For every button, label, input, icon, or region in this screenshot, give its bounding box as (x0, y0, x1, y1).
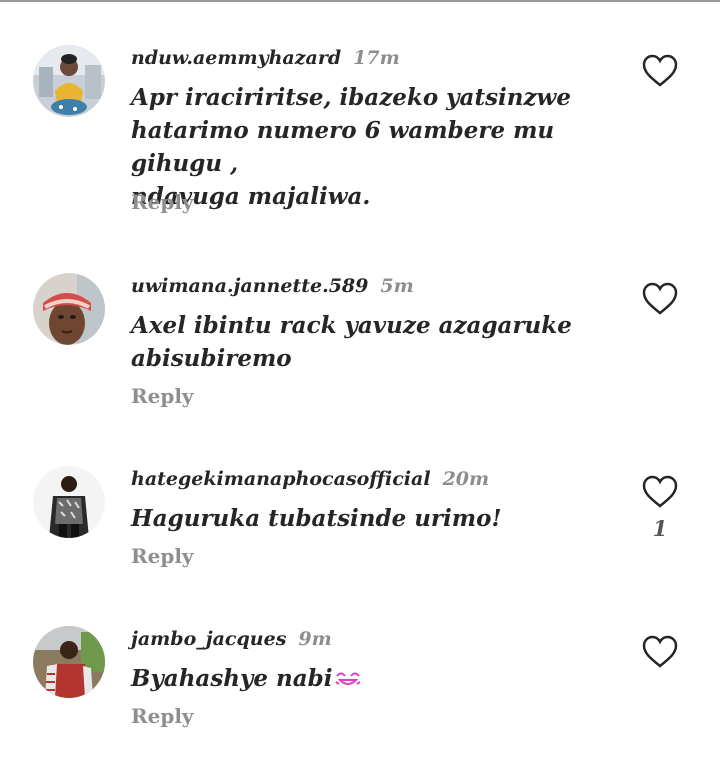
reply-button[interactable]: Reply (131, 544, 194, 568)
comment-line: ndavuga majaliwa. (131, 183, 371, 210)
reply-button[interactable]: Reply (131, 190, 194, 214)
comment-line: abisubiremo (131, 345, 292, 372)
avatar[interactable] (33, 626, 105, 698)
reply-button[interactable]: Reply (131, 704, 194, 728)
heart-outline-icon[interactable] (642, 635, 678, 669)
comment-line: Axel ibintu rack yavuze azagaruke (131, 312, 572, 339)
heart-outline-icon[interactable] (642, 54, 678, 88)
comment-line: Apr iraciriritse, ibazeko yatsinzwe (131, 84, 571, 111)
avatar[interactable] (33, 45, 105, 117)
username[interactable]: jambo_jacques (131, 628, 286, 650)
comment-text: Haguruka tubatsinde urimo! (131, 502, 621, 535)
avatar[interactable] (33, 466, 105, 538)
heart-outline-icon[interactable] (642, 475, 678, 509)
comment-line-text: Byahashye nabi (131, 665, 333, 692)
comment-line: Byahashye nabi (131, 662, 621, 697)
comment-meta: nduw.aemmyhazard 17m (131, 47, 400, 69)
username[interactable]: uwimana.jannette.589 (131, 275, 368, 297)
username[interactable]: hategekimanaphocasofficial (131, 468, 431, 490)
comment-text: Apr iraciriritse, ibazeko yatsinzwe hata… (131, 81, 621, 213)
comment-meta: hategekimanaphocasofficial 20m (131, 468, 489, 490)
like-count: 1 (652, 516, 668, 541)
comment-meta: uwimana.jannette.589 5m (131, 275, 414, 297)
comment-line: hatarimo numero 6 wambere mu gihugu , (131, 117, 555, 177)
reply-button[interactable]: Reply (131, 384, 194, 408)
comment-text: Byahashye nabi (131, 662, 621, 697)
timestamp: 9m (298, 628, 332, 650)
comment-text: Axel ibintu rack yavuze azagaruke abisub… (131, 309, 621, 375)
timestamp: 5m (380, 275, 414, 297)
timestamp: 17m (353, 47, 400, 69)
avatar[interactable] (33, 273, 105, 345)
heart-outline-icon[interactable] (642, 282, 678, 316)
comment-line: Haguruka tubatsinde urimo! (131, 505, 502, 532)
laughing-face-emoji (334, 664, 362, 697)
username[interactable]: nduw.aemmyhazard (131, 47, 341, 69)
top-divider (0, 0, 720, 2)
timestamp: 20m (442, 468, 490, 490)
comment-meta: jambo_jacques 9m (131, 628, 332, 650)
